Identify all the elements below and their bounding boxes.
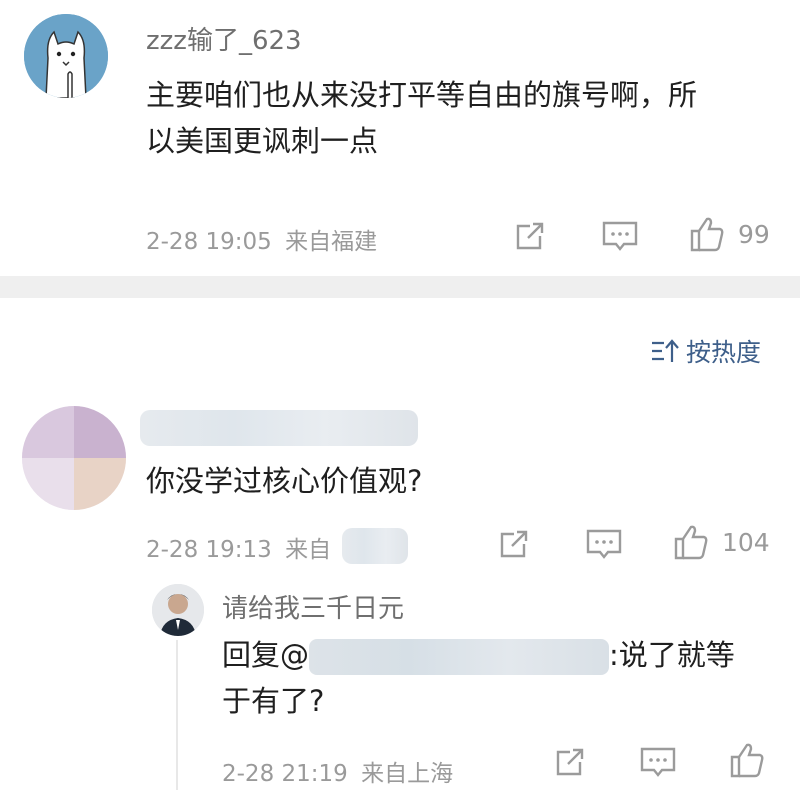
comment-text-line: 主要咱们也从来没打平等自由的旗号啊，所 [146,78,698,112]
reply-text: 回复@ :说了就等 于有了? [222,632,782,724]
comment-meta: 2-28 19:13 来自 [146,530,331,564]
avatar[interactable] [152,584,204,636]
reply-location: 来自上海 [361,761,454,787]
comment-icon[interactable] [600,218,640,258]
comment-icon[interactable] [584,526,624,566]
reply-prefix: 回复@ [222,638,310,672]
thumbs-up-icon[interactable] [728,740,766,784]
reply-time: 2-28 21:19 [222,761,348,787]
share-icon[interactable] [512,218,548,258]
share-icon[interactable] [552,744,588,784]
reply-meta: 2-28 21:19 来自上海 [222,754,453,788]
section-divider [0,276,800,298]
cat-avatar-icon [24,14,108,98]
location-blurred [342,528,408,564]
reply-text-line: 于有了? [222,684,325,718]
sort-toggle[interactable]: 按热度 [650,333,761,369]
person-avatar-icon [152,584,204,636]
share-icon[interactable] [496,526,532,566]
comment-icon[interactable] [638,744,678,784]
comment-username[interactable]: zzz输了_623 [146,20,302,57]
blurred-avatar-icon [22,406,126,510]
reply-thread-line [176,640,178,790]
thumbs-up-icon[interactable] [688,214,726,258]
comment-text: 主要咱们也从来没打平等自由的旗号啊，所 以美国更讽刺一点 [146,72,786,164]
sort-label: 按热度 [686,338,762,367]
reply-text-line: 回复@ :说了就等 [222,632,782,678]
avatar[interactable] [24,14,108,98]
reply-tail: :说了就等 [609,638,735,672]
reply-username[interactable]: 请给我三千日元 [222,588,404,625]
comment-text-line: 以美国更讽刺一点 [146,124,379,158]
comment-time: 2-28 19:05 [146,229,272,255]
like-count: 104 [722,528,770,557]
mention-blurred[interactable] [309,639,610,675]
comment-location: 来自福建 [285,229,378,255]
comment-meta: 2-28 19:05 来自福建 [146,222,377,256]
avatar[interactable] [22,406,126,510]
comment-username-blurred[interactable] [140,410,418,446]
comment-text: 你没学过核心价值观? [146,464,423,498]
thumbs-up-icon[interactable] [672,522,710,566]
comment-location: 来自 [285,537,332,563]
like-count: 99 [738,220,770,249]
sort-icon [652,339,679,362]
comment-time: 2-28 19:13 [146,537,272,563]
